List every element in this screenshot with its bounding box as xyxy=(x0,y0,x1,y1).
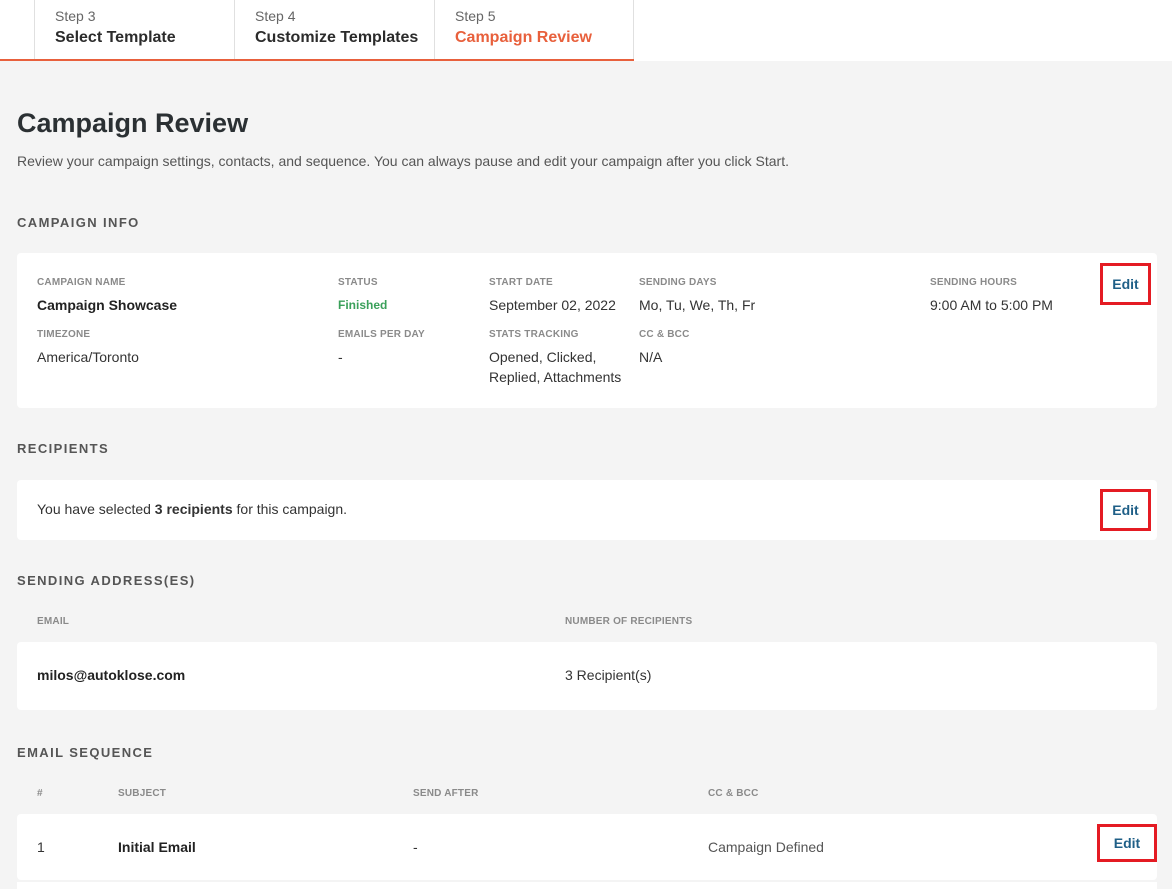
step-select-template[interactable]: Step 3 Select Template xyxy=(34,0,234,59)
recipients-heading: RECIPIENTS xyxy=(17,441,110,456)
emails-per-day-label: EMAILS PER DAY xyxy=(338,329,425,340)
recipients-card: You have selected 3 recipients for this … xyxy=(17,480,1157,540)
sender-recipient-count: 3 Recipient(s) xyxy=(565,667,652,683)
step-customize-templates[interactable]: Step 4 Customize Templates xyxy=(234,0,434,59)
edit-recipients-button[interactable]: Edit xyxy=(1100,489,1151,531)
campaign-name-label: CAMPAIGN NAME xyxy=(37,277,126,288)
campaign-info-card: CAMPAIGN NAME Campaign Showcase STATUS F… xyxy=(17,253,1157,408)
stats-tracking-label: STATS TRACKING xyxy=(489,329,579,340)
status-label: STATUS xyxy=(338,277,378,288)
sequence-index: 1 xyxy=(37,839,45,855)
step-number: Step 5 xyxy=(455,8,496,24)
cc-bcc-column-header: CC & BCC xyxy=(708,788,759,799)
recipients-summary: You have selected 3 recipients for this … xyxy=(37,499,347,519)
page-subtitle: Review your campaign settings, contacts,… xyxy=(17,153,789,169)
sending-days-label: SENDING DAYS xyxy=(639,277,717,288)
stats-tracking-value: Opened, Clicked, Replied, Attachments xyxy=(489,349,622,385)
recipients-text-before: You have selected xyxy=(37,501,155,517)
sending-hours-label: SENDING HOURS xyxy=(930,277,1018,288)
status-badge: Finished xyxy=(338,298,388,312)
send-after-column-header: SEND AFTER xyxy=(413,788,479,799)
step-number: Step 3 xyxy=(55,8,96,24)
timezone-label: TIMEZONE xyxy=(37,329,91,340)
table-row: 1 Initial Email - Campaign Defined Edit xyxy=(17,814,1157,880)
emails-per-day-value: - xyxy=(338,349,343,365)
sequence-subject: Initial Email xyxy=(118,839,196,855)
campaign-name-value: Campaign Showcase xyxy=(37,297,178,313)
timezone-value: America/Toronto xyxy=(37,349,139,365)
cc-bcc-value: N/A xyxy=(639,349,663,365)
sequence-cc-bcc: Campaign Defined xyxy=(708,839,824,855)
subject-column-header: SUBJECT xyxy=(118,788,167,799)
index-column-header: # xyxy=(37,788,43,799)
page-title: Campaign Review xyxy=(17,108,249,138)
edit-campaign-info-button[interactable]: Edit xyxy=(1100,263,1151,305)
sending-days-value: Mo, Tu, We, Th, Fr xyxy=(639,297,756,313)
recipients-count: 3 recipients xyxy=(154,501,233,517)
edit-sequence-button[interactable]: Edit xyxy=(1097,824,1157,862)
sending-addresses-heading: SENDING ADDRESS(ES) xyxy=(17,573,196,588)
step-title: Campaign Review xyxy=(455,29,592,46)
start-date-label: START DATE xyxy=(489,277,553,288)
table-row: milos@autoklose.com 3 Recipient(s) xyxy=(17,642,1157,710)
recipients-column-header: NUMBER OF RECIPIENTS xyxy=(565,616,693,627)
stepper-progress-line xyxy=(0,59,634,61)
step-campaign-review[interactable]: Step 5 Campaign Review xyxy=(434,0,634,59)
cc-bcc-label: CC & BCC xyxy=(639,329,690,340)
sender-email: milos@autoklose.com xyxy=(37,667,186,683)
recipients-text-after: for this campaign. xyxy=(232,501,348,517)
campaign-info-heading: CAMPAIGN INFO xyxy=(17,215,140,230)
email-sequence-heading: EMAIL SEQUENCE xyxy=(17,745,154,760)
email-column-header: EMAIL xyxy=(37,616,70,627)
sequence-send-after: - xyxy=(413,839,418,855)
step-title: Select Template xyxy=(55,29,176,46)
sending-hours-value: 9:00 AM to 5:00 PM xyxy=(930,297,1053,313)
step-title: Customize Templates xyxy=(255,29,419,46)
campaign-stepper: Step 3 Select Template Step 4 Customize … xyxy=(0,0,1172,61)
start-date-value: September 02, 2022 xyxy=(489,297,616,313)
step-number: Step 4 xyxy=(255,8,296,24)
next-row-edge xyxy=(17,882,1157,889)
